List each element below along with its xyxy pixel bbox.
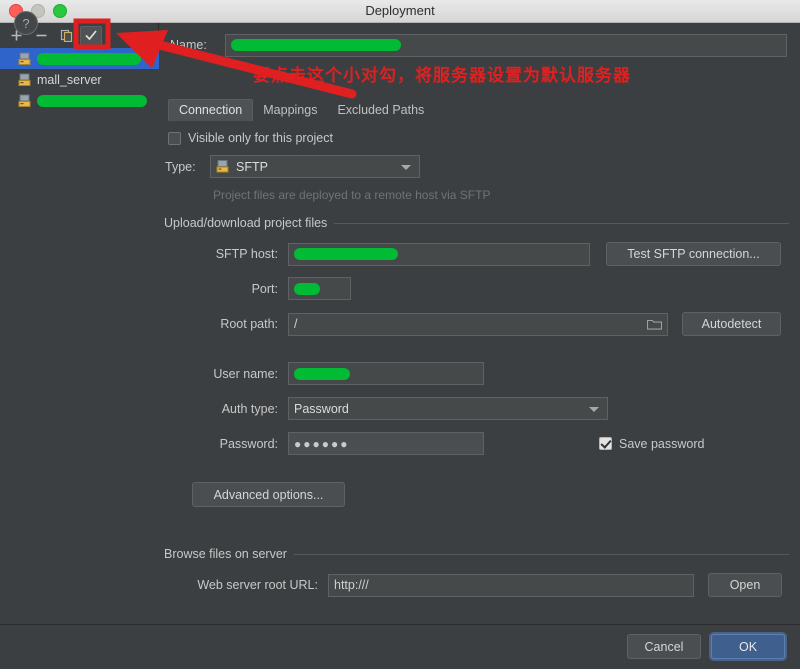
web-root-row: Web server root URL: http:/// Open (180, 573, 782, 597)
sftp-host-value (294, 248, 398, 260)
chevron-down-icon (401, 164, 411, 170)
server-icon (18, 52, 31, 65)
copy-server-button[interactable] (55, 26, 77, 46)
user-name-input[interactable] (288, 362, 484, 385)
name-row: Name: (165, 33, 795, 57)
name-value (231, 39, 401, 51)
list-item[interactable]: mall_server (0, 69, 159, 90)
check-icon (85, 30, 97, 41)
root-path-row: Root path: / Autodetect (180, 312, 781, 336)
port-input[interactable] (288, 277, 351, 300)
list-item-label (37, 94, 147, 107)
sftp-host-label: SFTP host: (215, 247, 278, 261)
list-item-label (37, 52, 141, 65)
password-label: Password: (219, 436, 278, 451)
port-label: Port: (251, 281, 278, 296)
type-row: Type: SFTP (165, 155, 420, 178)
copy-icon (60, 29, 72, 42)
help-button[interactable]: ? (14, 11, 38, 35)
save-password-checkbox[interactable] (599, 437, 612, 450)
visible-only-checkbox-row[interactable]: Visible only for this project (168, 131, 333, 145)
list-item-label: mall_server (37, 72, 102, 87)
server-icon (18, 73, 31, 86)
user-name-row: User name: (180, 362, 484, 385)
password-value: ●●●●●● (294, 436, 350, 451)
sftp-host-row: SFTP host: Test SFTP connection... (180, 242, 781, 266)
server-list[interactable]: mall_server (0, 48, 159, 624)
server-list-panel: mall_server (0, 23, 159, 624)
user-name-value (294, 367, 350, 380)
user-name-label: User name: (213, 366, 278, 381)
sftp-host-input[interactable] (288, 242, 590, 266)
type-value: SFTP (236, 159, 268, 174)
settings-tabs[interactable]: Connection Mappings Excluded Paths (168, 99, 434, 121)
group-upload-download: Upload/download project files (164, 216, 789, 230)
group-divider (293, 553, 789, 555)
group-browse-files: Browse files on server (164, 547, 789, 561)
root-path-input[interactable]: / (288, 312, 668, 336)
tab-mappings[interactable]: Mappings (253, 100, 327, 121)
autodetect-button[interactable]: Autodetect (682, 312, 781, 336)
name-label: Name: (170, 38, 207, 52)
port-value (294, 282, 320, 295)
name-input[interactable] (225, 33, 787, 57)
dialog-content: mall_server Name: Connection Mappings Ex… (0, 23, 800, 624)
chevron-down-icon (589, 406, 599, 412)
save-password-label: Save password (619, 436, 705, 451)
group-upload-label: Upload/download project files (164, 216, 328, 230)
type-label: Type: (165, 159, 196, 174)
web-root-label: Web server root URL: (197, 578, 318, 592)
group-browse-label: Browse files on server (164, 547, 287, 561)
set-default-server-button[interactable] (80, 25, 102, 46)
test-sftp-connection-button[interactable]: Test SFTP connection... (606, 242, 781, 266)
root-path-value: / (294, 317, 298, 331)
port-row: Port: (180, 277, 351, 300)
type-dropdown[interactable]: SFTP (210, 155, 420, 178)
password-row: Password: ●●●●●● Save password (180, 432, 704, 455)
window-title: Deployment (365, 3, 435, 18)
visible-only-checkbox[interactable] (168, 131, 181, 145)
list-item[interactable] (0, 90, 159, 111)
type-hint: Project files are deployed to a remote h… (213, 188, 491, 202)
root-path-label: Root path: (220, 317, 278, 331)
group-divider (334, 222, 789, 224)
folder-browse-icon[interactable] (647, 318, 662, 330)
deployment-dialog: Deployment mall_server Name: Connection … (0, 0, 800, 669)
auth-type-value: Password (294, 401, 349, 416)
ok-button[interactable]: OK (711, 634, 785, 659)
minus-icon (36, 34, 46, 37)
sftp-server-icon (216, 160, 229, 173)
annotation-note: 要点击这个小对勾，将服务器设置为默认服务器 (253, 66, 631, 86)
web-root-value: http:/// (334, 578, 369, 592)
web-root-input[interactable]: http:/// (328, 573, 694, 597)
list-item[interactable] (0, 48, 159, 69)
window-titlebar: Deployment (0, 0, 800, 23)
cancel-button[interactable]: Cancel (627, 634, 701, 659)
tab-excluded-paths[interactable]: Excluded Paths (327, 100, 434, 121)
server-settings-panel: Name: Connection Mappings Excluded Paths… (160, 23, 800, 624)
server-icon (18, 94, 31, 107)
tab-connection[interactable]: Connection (168, 99, 254, 121)
save-password-row[interactable]: Save password (599, 437, 704, 451)
auth-type-label: Auth type: (221, 401, 278, 416)
password-input[interactable]: ●●●●●● (288, 432, 484, 455)
auth-type-row: Auth type: Password (180, 397, 608, 420)
auth-type-dropdown[interactable]: Password (288, 397, 608, 420)
open-button[interactable]: Open (708, 573, 782, 597)
advanced-options-button[interactable]: Advanced options... (192, 482, 345, 507)
visible-only-label: Visible only for this project (188, 131, 333, 145)
